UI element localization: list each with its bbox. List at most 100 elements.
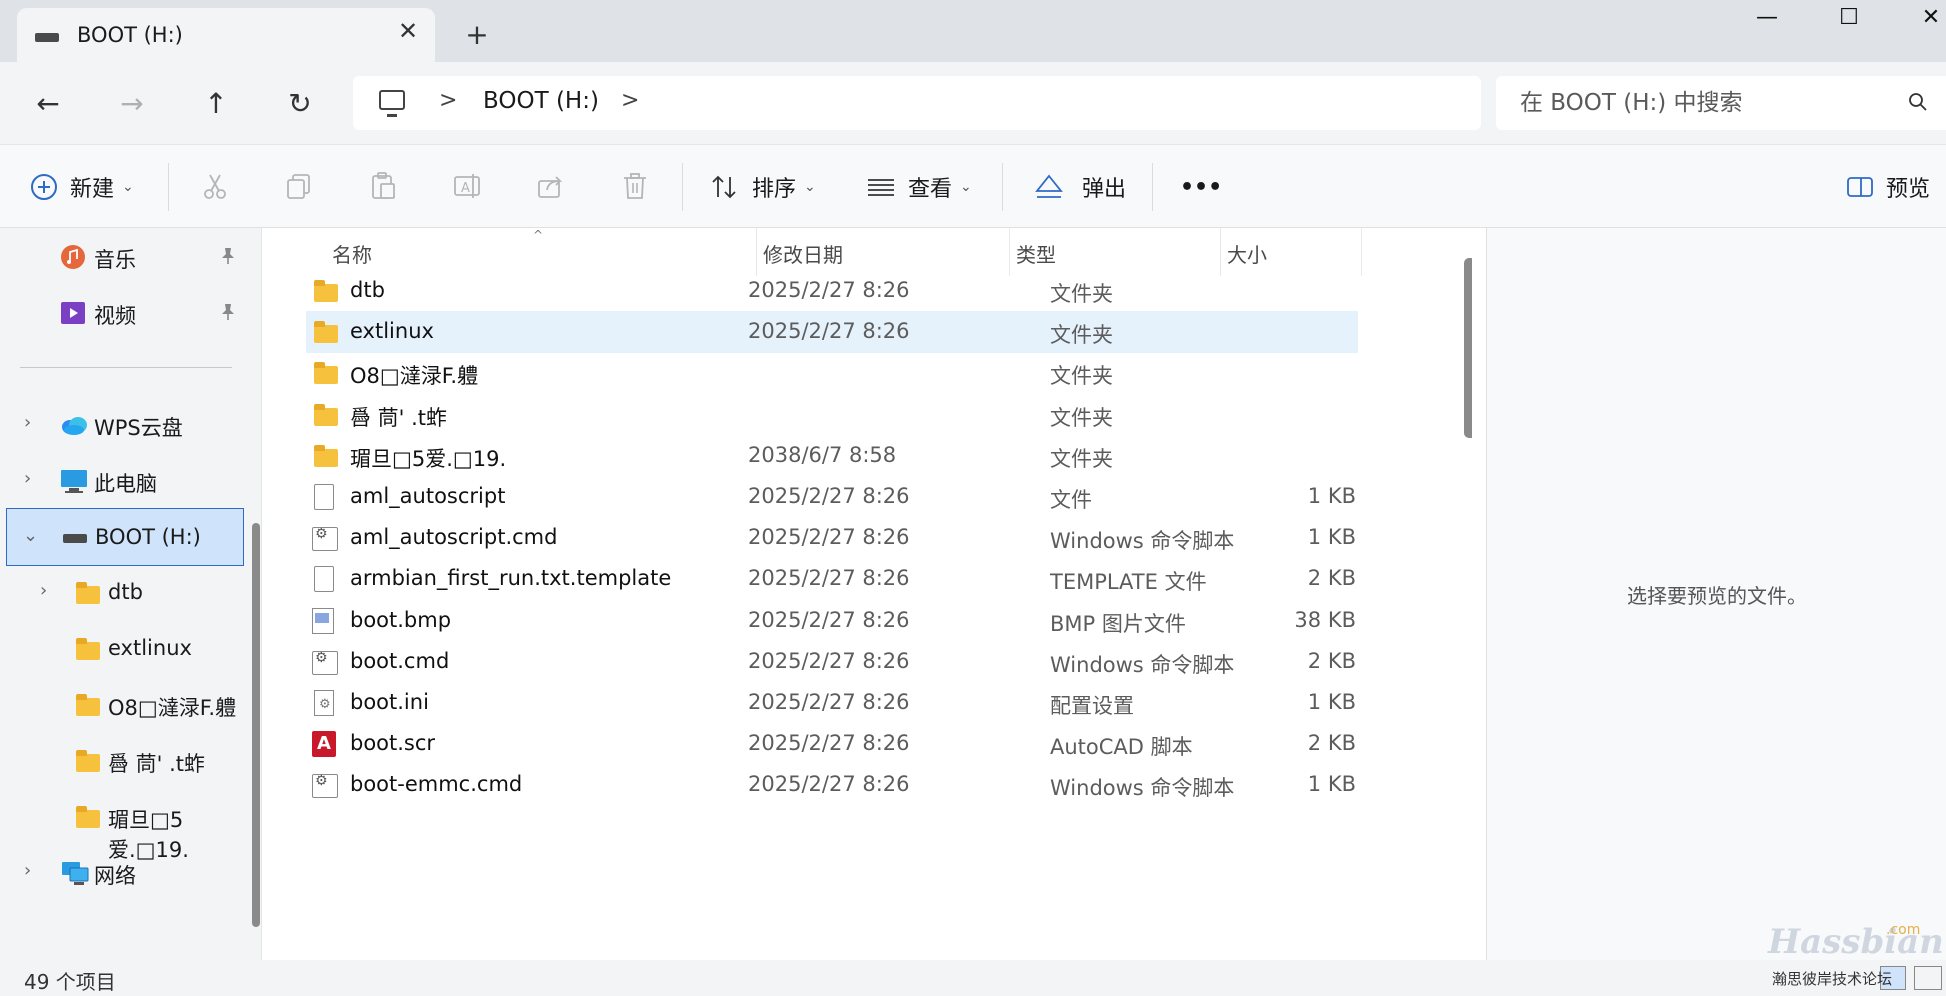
table-row[interactable]: 噕 茼' .t蚱 文件夹 [306, 394, 1358, 436]
cut-icon[interactable] [200, 171, 230, 201]
chevron-right-icon[interactable]: › [40, 580, 47, 601]
breadcrumb-chevron-icon[interactable]: > [439, 88, 457, 113]
sidebar-item-label: 噕 茼' .t蚱 [108, 752, 206, 776]
file-date: 2025/2/27 8:26 [748, 484, 910, 508]
preview-pane-button[interactable]: 预览 [1846, 145, 1930, 229]
search-box[interactable] [1496, 76, 1946, 130]
status-bar: 49 个项目 [0, 960, 1946, 996]
sidebar-item-dtb[interactable]: › dtb [0, 570, 250, 616]
sidebar-item-boot-drive[interactable]: ⌄ BOOT (H:) [6, 508, 244, 566]
sidebar-item-network[interactable]: › 网络 [0, 850, 250, 896]
sidebar-scrollbar[interactable] [252, 523, 260, 927]
column-divider[interactable] [1361, 228, 1362, 276]
file-name: extlinux [350, 319, 434, 344]
up-button[interactable]: ↑ [196, 84, 236, 124]
video-icon [61, 302, 85, 324]
command-bar: 新建 ⌄ A 排序 ⌄ 查看 ⌄ 弹出 ••• 预览 [0, 144, 1946, 228]
minimize-button[interactable]: — [1742, 2, 1792, 34]
folder-icon [76, 694, 100, 716]
file-type: TEMPLATE 文件 [1050, 570, 1207, 595]
file-type: BMP 图片文件 [1050, 611, 1186, 636]
breadcrumb-boot[interactable]: BOOT (H:) [483, 88, 599, 114]
forward-button[interactable]: → [112, 84, 152, 124]
tab-boot[interactable]: BOOT (H:) ✕ [17, 8, 435, 62]
sidebar-item-videos[interactable]: 视频 [0, 290, 250, 336]
tiles-view-button[interactable] [1914, 966, 1942, 990]
preview-message: 选择要预览的文件。 [1627, 584, 1807, 608]
back-button[interactable]: ← [28, 84, 68, 124]
column-header-size[interactable]: 大小 [1221, 228, 1361, 276]
preview-pane-icon [1847, 177, 1873, 197]
new-button[interactable]: 新建 ⌄ [30, 145, 134, 229]
search-input[interactable] [1520, 86, 1880, 120]
sort-label: 排序 [752, 177, 797, 202]
column-header-type[interactable]: 类型 [1010, 228, 1220, 276]
address-bar[interactable]: > BOOT (H:) > [353, 76, 1481, 130]
chevron-right-icon[interactable]: › [24, 468, 31, 489]
chevron-down-icon[interactable]: ⌄ [23, 525, 38, 546]
sidebar-item-folder-3[interactable]: O8□澾渌F.軆 [0, 682, 250, 728]
sidebar-item-wps-cloud[interactable]: › WPS云盘 [0, 402, 250, 448]
toolbar-divider [682, 163, 683, 211]
rename-icon[interactable]: A [452, 171, 482, 201]
music-icon [61, 245, 85, 269]
new-label: 新建 [70, 177, 115, 202]
maximize-button[interactable]: ☐ [1824, 2, 1874, 34]
chevron-right-icon[interactable]: › [24, 860, 31, 881]
file-name: 噕 茼' .t蚱 [350, 405, 448, 430]
table-row[interactable]: Aboot.scr 2025/2/27 8:26 AutoCAD 脚本 2 KB [306, 723, 1358, 765]
eject-button[interactable]: 弹出 [1034, 145, 1126, 229]
table-row[interactable]: 瑂旦□5爱.□19. 2038/6/7 8:58 文件夹 [306, 435, 1358, 477]
table-row[interactable]: aml_autoscript.cmd 2025/2/27 8:26 Windows … [306, 517, 1358, 559]
sidebar-item-music[interactable]: 音乐 [0, 234, 250, 280]
file-date: 2038/6/7 8:58 [748, 442, 897, 467]
table-row[interactable]: aml_autoscript 2025/2/27 8:26 文件 1 KB [306, 476, 1358, 518]
toolbar-divider [168, 163, 169, 211]
share-icon[interactable] [536, 171, 566, 201]
pin-icon[interactable] [220, 247, 236, 265]
sidebar-item-this-pc[interactable]: › 此电脑 [0, 458, 250, 504]
file-date: 2025/2/27 8:26 [748, 607, 910, 632]
sidebar-item-folder-5[interactable]: 瑂旦□5爱.□19. [0, 794, 250, 862]
pin-icon[interactable] [220, 303, 236, 321]
eject-icon [1035, 174, 1063, 198]
sidebar-item-extlinux[interactable]: extlinux [0, 626, 250, 672]
view-button[interactable]: 查看 ⌄ [866, 145, 972, 229]
table-row[interactable]: O8□澾渌F.軆 文件夹 [306, 352, 1358, 394]
column-label: 修改日期 [763, 243, 843, 267]
more-options-button[interactable]: ••• [1180, 145, 1222, 229]
column-header-date[interactable]: 修改日期 [757, 228, 1009, 276]
file-icon [314, 484, 334, 510]
table-row[interactable]: dtb 2025/2/27 8:26 文件夹 [306, 270, 1358, 312]
breadcrumb-chevron-icon[interactable]: > [621, 88, 639, 113]
view-label: 查看 [908, 177, 953, 202]
close-window-button[interactable]: ✕ [1906, 2, 1946, 34]
copy-icon[interactable] [284, 171, 314, 201]
preview-label: 预览 [1886, 177, 1931, 202]
table-row[interactable]: boot-emmc.cmd 2025/2/27 8:26 Windows 命令脚本 1… [306, 764, 1358, 806]
new-tab-button[interactable]: + [462, 20, 492, 50]
file-date: 2025/2/27 8:26 [748, 772, 910, 797]
more-icon: ••• [1180, 174, 1223, 200]
chevron-right-icon[interactable]: › [24, 412, 31, 433]
computer-icon[interactable] [379, 90, 405, 117]
table-row[interactable]: boot.bmp 2025/2/27 8:26 BMP 图片文件 38 KB [306, 600, 1358, 642]
table-row[interactable]: armbian_first_run.txt.template 2025/2/27 … [306, 558, 1358, 600]
tab-close-icon[interactable]: ✕ [395, 18, 421, 44]
column-header-name[interactable]: 名称 [276, 228, 756, 276]
sidebar-item-folder-4[interactable]: 噕 茼' .t蚱 [0, 738, 250, 784]
sort-button[interactable]: 排序 ⌄ [710, 145, 816, 229]
delete-icon[interactable] [620, 171, 650, 201]
table-row[interactable]: boot.cmd 2025/2/27 8:26 Windows 命令脚本 2 KB [306, 641, 1358, 683]
table-row[interactable]: extlinux 2025/2/27 8:26 文件夹 [306, 311, 1358, 354]
cmd-file-icon [312, 526, 338, 552]
file-list-scrollbar[interactable] [1464, 258, 1472, 438]
bmp-file-icon [312, 607, 334, 634]
search-icon[interactable] [1908, 92, 1928, 112]
refresh-button[interactable]: ↻ [280, 84, 320, 124]
file-type: Windows 命令脚本 [1050, 776, 1235, 801]
table-row[interactable]: boot.ini 2025/2/27 8:26 配置设置 1 KB [306, 682, 1358, 724]
cmd-file-icon [312, 773, 338, 799]
paste-icon[interactable] [368, 171, 398, 201]
watermark-com: .com [1886, 922, 1921, 938]
